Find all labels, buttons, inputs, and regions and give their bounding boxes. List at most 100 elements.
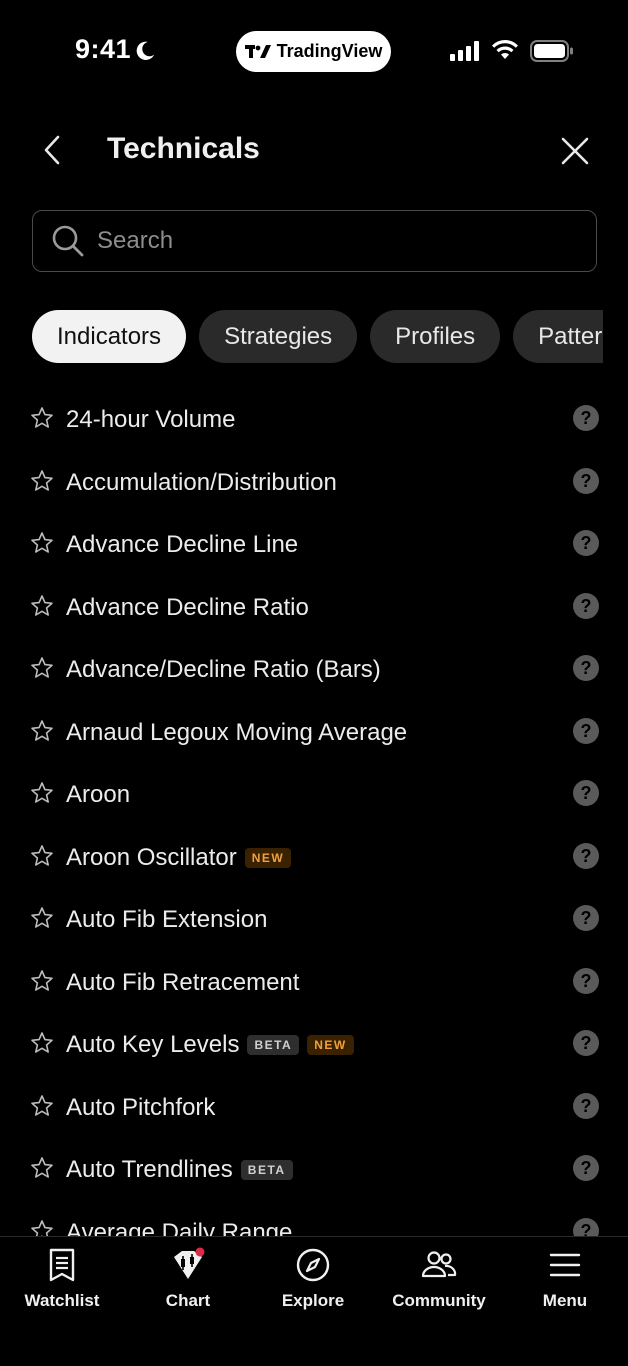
- list-item[interactable]: Auto Key Levels BETA NEW?: [0, 1013, 628, 1076]
- help-icon[interactable]: ?: [573, 967, 599, 994]
- list-item-text: Aroon Oscillator: [66, 843, 237, 871]
- help-icon[interactable]: ?: [573, 467, 599, 494]
- tradingview-logo-icon: [244, 44, 271, 58]
- list-item-label: Advance/Decline Ratio (Bars): [66, 656, 381, 684]
- list-item-text: Auto Fib Retracement: [66, 968, 300, 996]
- status-time: 9:41: [75, 34, 132, 64]
- list-item-label: Auto Trendlines BETA: [66, 1156, 293, 1184]
- help-icon[interactable]: ?: [573, 655, 599, 681]
- compass-icon: [296, 1248, 330, 1282]
- help-icon[interactable]: ?: [573, 780, 599, 806]
- list-item[interactable]: Accumulation/Distribution?: [0, 451, 628, 514]
- tab-explore[interactable]: Explore: [258, 1247, 368, 1311]
- help-icon[interactable]: ?: [573, 592, 599, 619]
- star-icon[interactable]: [30, 1094, 54, 1118]
- tab-menu[interactable]: Menu: [510, 1247, 620, 1311]
- star-icon[interactable]: [30, 719, 54, 743]
- list-item-text: Auto Key Levels: [66, 1031, 240, 1058]
- tab-community[interactable]: Community: [384, 1247, 494, 1311]
- list-item-label: Auto Fib Retracement: [66, 969, 299, 997]
- list-item-label: 24-hour Volume: [66, 406, 235, 434]
- battery-icon: [530, 40, 573, 62]
- status-bar: 9:41 TradingView: [0, 0, 628, 100]
- list-item[interactable]: Auto Pitchfork?: [0, 1076, 628, 1139]
- page-title: Technicals: [107, 132, 260, 165]
- help-icon[interactable]: ?: [573, 1155, 599, 1181]
- list-item-label: Accumulation/Distribution: [66, 469, 337, 497]
- list-item[interactable]: Average Daily Range?: [0, 1201, 628, 1237]
- chart-icon: [174, 1247, 205, 1279]
- list-item[interactable]: Auto Fib Extension?: [0, 888, 628, 951]
- list-item-text: Advance/Decline Ratio (Bars): [66, 656, 381, 683]
- tab-chart[interactable]: Chart: [133, 1247, 243, 1311]
- back-chevron-icon[interactable]: [38, 132, 68, 168]
- chip-strategies[interactable]: Strategies: [199, 310, 358, 363]
- list-item-label: Advance Decline Ratio: [66, 594, 309, 622]
- help-icon[interactable]: ?: [573, 842, 599, 869]
- star-icon[interactable]: [30, 1156, 54, 1180]
- list-item-label: Auto Fib Extension: [66, 906, 267, 934]
- list-item[interactable]: Arnaud Legoux Moving Average?: [0, 701, 628, 764]
- help-icon[interactable]: ?: [573, 905, 599, 931]
- list-item-text: Accumulation/Distribution: [66, 468, 337, 496]
- chip-indicators[interactable]: Indicators: [32, 310, 187, 363]
- tab-chart-label: Chart: [165, 1291, 211, 1310]
- list-item-label: Aroon Oscillator NEW: [66, 843, 292, 872]
- star-icon[interactable]: [30, 531, 54, 555]
- tab-explore-label: Explore: [281, 1291, 345, 1310]
- search-input[interactable]: [97, 227, 537, 255]
- list-item-label: Aroon: [66, 781, 130, 809]
- list-item-text: Aroon: [66, 781, 131, 808]
- list-item-label: Auto Pitchfork: [66, 1094, 215, 1122]
- star-icon[interactable]: [30, 406, 54, 430]
- list-item[interactable]: Aroon Oscillator NEW?: [0, 826, 628, 889]
- list-item-text: Auto Fib Extension: [66, 906, 268, 933]
- help-icon[interactable]: ?: [573, 405, 599, 431]
- list-item-label: Auto Key Levels BETA NEW: [66, 1031, 354, 1059]
- app-pill[interactable]: TradingView: [236, 31, 391, 72]
- list-item-label: Average Daily Range: [66, 1219, 292, 1237]
- list-item[interactable]: Aroon?: [0, 763, 628, 826]
- star-icon[interactable]: [30, 594, 54, 618]
- star-icon[interactable]: [30, 1031, 54, 1055]
- search-box[interactable]: [32, 210, 597, 272]
- list-item-text: Advance Decline Ratio: [66, 593, 309, 621]
- help-icon[interactable]: ?: [573, 1092, 599, 1119]
- close-icon[interactable]: [558, 134, 592, 168]
- app-pill-label: TradingView: [276, 41, 383, 61]
- list-item[interactable]: Advance Decline Line?: [0, 513, 628, 576]
- tab-community-label: Community: [392, 1291, 486, 1310]
- help-icon[interactable]: ?: [573, 1030, 599, 1056]
- list-item[interactable]: 24-hour Volume?: [0, 388, 628, 451]
- list-item-text: 24-hour Volume: [66, 406, 236, 433]
- beta-badge: BETA: [240, 1160, 293, 1180]
- star-icon[interactable]: [30, 844, 54, 868]
- star-icon[interactable]: [30, 906, 54, 930]
- cellular-signal-icon: [450, 41, 479, 61]
- star-icon[interactable]: [30, 656, 54, 680]
- help-icon[interactable]: ?: [573, 1217, 599, 1236]
- help-icon[interactable]: ?: [573, 717, 599, 744]
- list-item[interactable]: Advance/Decline Ratio (Bars)?: [0, 638, 628, 701]
- tab-watchlist[interactable]: Watchlist: [7, 1247, 117, 1311]
- list-item[interactable]: Auto Trendlines BETA?: [0, 1138, 628, 1201]
- list-item[interactable]: Advance Decline Ratio?: [0, 576, 628, 639]
- list-item-label: Advance Decline Line: [66, 531, 298, 559]
- hamburger-menu-icon: [549, 1253, 581, 1277]
- star-icon[interactable]: [30, 469, 54, 493]
- list-item[interactable]: Auto Fib Retracement?: [0, 951, 628, 1014]
- star-icon[interactable]: [30, 1219, 54, 1237]
- chip-patterns[interactable]: Patterns: [513, 310, 603, 363]
- community-icon: [421, 1251, 457, 1278]
- tab-menu-label: Menu: [542, 1291, 588, 1310]
- list-item-text: Arnaud Legoux Moving Average: [66, 718, 408, 746]
- wifi-icon: [492, 39, 518, 59]
- new-badge: NEW: [307, 1035, 354, 1055]
- indicator-list: 24-hour Volume? Accumulation/Distribution…: [0, 388, 628, 1236]
- help-icon[interactable]: ?: [573, 530, 599, 556]
- new-badge: NEW: [244, 847, 292, 868]
- chip-profiles[interactable]: Profiles: [370, 310, 501, 363]
- list-item-text: Average Daily Range: [66, 1218, 293, 1237]
- star-icon[interactable]: [30, 781, 54, 805]
- star-icon[interactable]: [30, 969, 54, 993]
